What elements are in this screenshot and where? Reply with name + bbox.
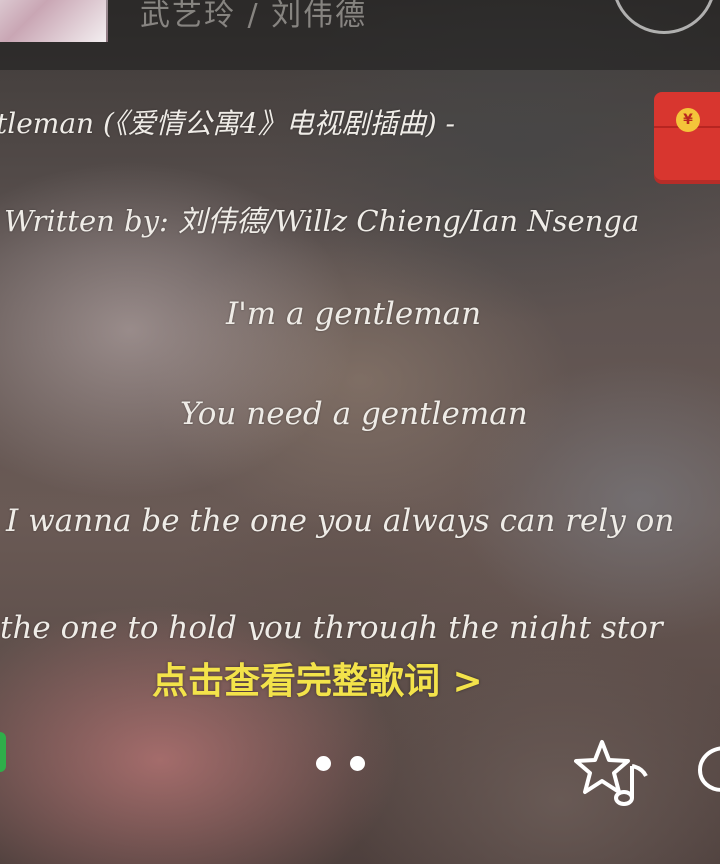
- lyric-line: I wanna be the one you always can rely o…: [6, 503, 675, 539]
- page-dot-2: [350, 756, 365, 771]
- song-header: 武艺玲 / 刘伟德: [0, 0, 720, 70]
- lyric-line: You need a gentleman: [180, 396, 528, 432]
- lyrics-song-title: tleman (《爱情公寓4》电视剧插曲) -: [0, 107, 455, 140]
- comment-icon: [697, 746, 720, 792]
- star-note-icon: [574, 740, 648, 806]
- coin-icon: ¥: [676, 108, 700, 132]
- artist-names: 武艺玲 / 刘伟德: [140, 0, 368, 33]
- comment-button[interactable]: [696, 742, 720, 802]
- lyric-line: the one to hold you through the night st…: [0, 610, 663, 640]
- view-full-lyrics-link[interactable]: 点击查看完整歌词 >: [152, 652, 483, 704]
- page-indicator: [316, 756, 376, 772]
- lyrics-credit: Written by: 刘伟德/Willz Chieng/Ian Nsenga: [4, 204, 640, 238]
- favorite-button[interactable]: [574, 736, 650, 810]
- lyrics-panel[interactable]: tleman (《爱情公寓4》电视剧插曲) - Written by: 刘伟德/…: [0, 70, 720, 640]
- page-dot-1: [316, 756, 331, 771]
- side-tab[interactable]: [0, 732, 6, 772]
- play-button[interactable]: [612, 0, 716, 34]
- red-packet-button[interactable]: ¥: [654, 92, 720, 184]
- lyric-line: I'm a gentleman: [226, 296, 482, 332]
- album-cover[interactable]: [0, 0, 108, 42]
